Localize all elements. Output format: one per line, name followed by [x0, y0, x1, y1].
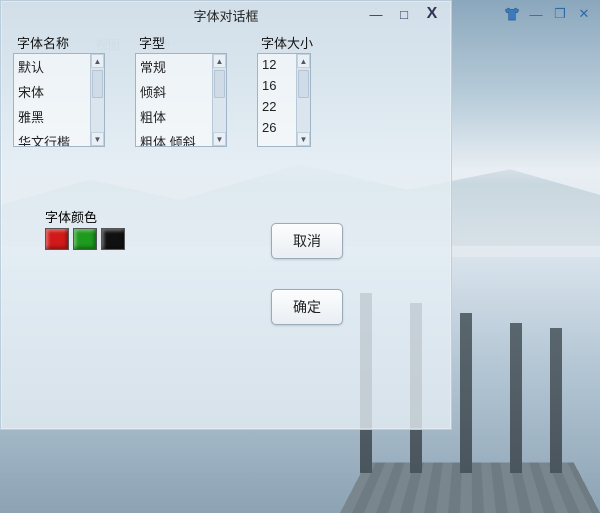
- font-color-section: 字体颜色: [45, 207, 125, 250]
- scroll-down-icon[interactable]: ▼: [213, 132, 226, 146]
- list-item[interactable]: 宋体: [14, 79, 90, 104]
- dialog-title: 字体对话框: [193, 6, 258, 25]
- font-dialog: 字体对话框 — □ X 字体名称 默认 宋体 雅黑 华文行楷 ▲: [0, 0, 452, 430]
- list-item[interactable]: 16: [258, 75, 296, 96]
- dialog-titlebar[interactable]: 字体对话框 — □ X: [1, 1, 451, 29]
- scrollbar[interactable]: ▲ ▼: [90, 54, 104, 146]
- app-close-button[interactable]: ✕: [576, 6, 592, 22]
- color-swatch-green[interactable]: [73, 228, 97, 250]
- font-name-label: 字体名称: [13, 33, 105, 52]
- scroll-down-icon[interactable]: ▼: [91, 132, 104, 146]
- color-swatch-black[interactable]: [101, 228, 125, 250]
- font-color-label: 字体颜色: [45, 210, 97, 225]
- theme-shirt-icon[interactable]: [504, 6, 520, 22]
- color-swatch-red[interactable]: [45, 228, 69, 250]
- scroll-up-icon[interactable]: ▲: [297, 54, 310, 68]
- list-item[interactable]: 26: [258, 117, 296, 138]
- scroll-down-icon[interactable]: ▼: [297, 132, 310, 146]
- dialog-maximize-button[interactable]: □: [391, 5, 417, 23]
- scrollbar[interactable]: ▲ ▼: [212, 54, 226, 146]
- scroll-thumb[interactable]: [298, 70, 309, 98]
- dialog-minimize-button[interactable]: —: [363, 5, 389, 23]
- list-item[interactable]: 默认: [14, 54, 90, 79]
- list-item[interactable]: 12: [258, 54, 296, 75]
- dialog-close-button[interactable]: X: [419, 5, 445, 23]
- scrollbar[interactable]: ▲ ▼: [296, 54, 310, 146]
- list-item[interactable]: 常规: [136, 54, 212, 79]
- scroll-thumb[interactable]: [92, 70, 103, 98]
- ok-button[interactable]: 确定: [271, 289, 343, 325]
- app-minimize-button[interactable]: —: [528, 6, 544, 22]
- scroll-up-icon[interactable]: ▲: [91, 54, 104, 68]
- font-name-list[interactable]: 默认 宋体 雅黑 华文行楷 ▲ ▼: [13, 53, 105, 147]
- list-item[interactable]: 雅黑: [14, 104, 90, 129]
- list-item[interactable]: 粗体 倾斜: [136, 129, 212, 146]
- list-item[interactable]: 22: [258, 96, 296, 117]
- font-size-label: 字体大小: [257, 33, 313, 52]
- list-item[interactable]: 华文行楷: [14, 129, 90, 146]
- font-style-label: 字型: [135, 33, 227, 52]
- font-name-column: 字体名称 默认 宋体 雅黑 华文行楷 ▲ ▼: [13, 33, 105, 147]
- app-restore-button[interactable]: ❐: [552, 6, 568, 22]
- list-item[interactable]: 粗体: [136, 104, 212, 129]
- scroll-thumb[interactable]: [214, 70, 225, 98]
- font-style-list[interactable]: 常规 倾斜 粗体 粗体 倾斜 ▲ ▼: [135, 53, 227, 147]
- font-size-list[interactable]: 12 16 22 26 ▲ ▼: [257, 53, 311, 147]
- font-size-column: 字体大小 12 16 22 26 ▲ ▼: [257, 33, 313, 147]
- scroll-up-icon[interactable]: ▲: [213, 54, 226, 68]
- font-style-column: 字型 常规 倾斜 粗体 粗体 倾斜 ▲ ▼: [135, 33, 227, 147]
- cancel-button[interactable]: 取消: [271, 223, 343, 259]
- list-item[interactable]: 倾斜: [136, 79, 212, 104]
